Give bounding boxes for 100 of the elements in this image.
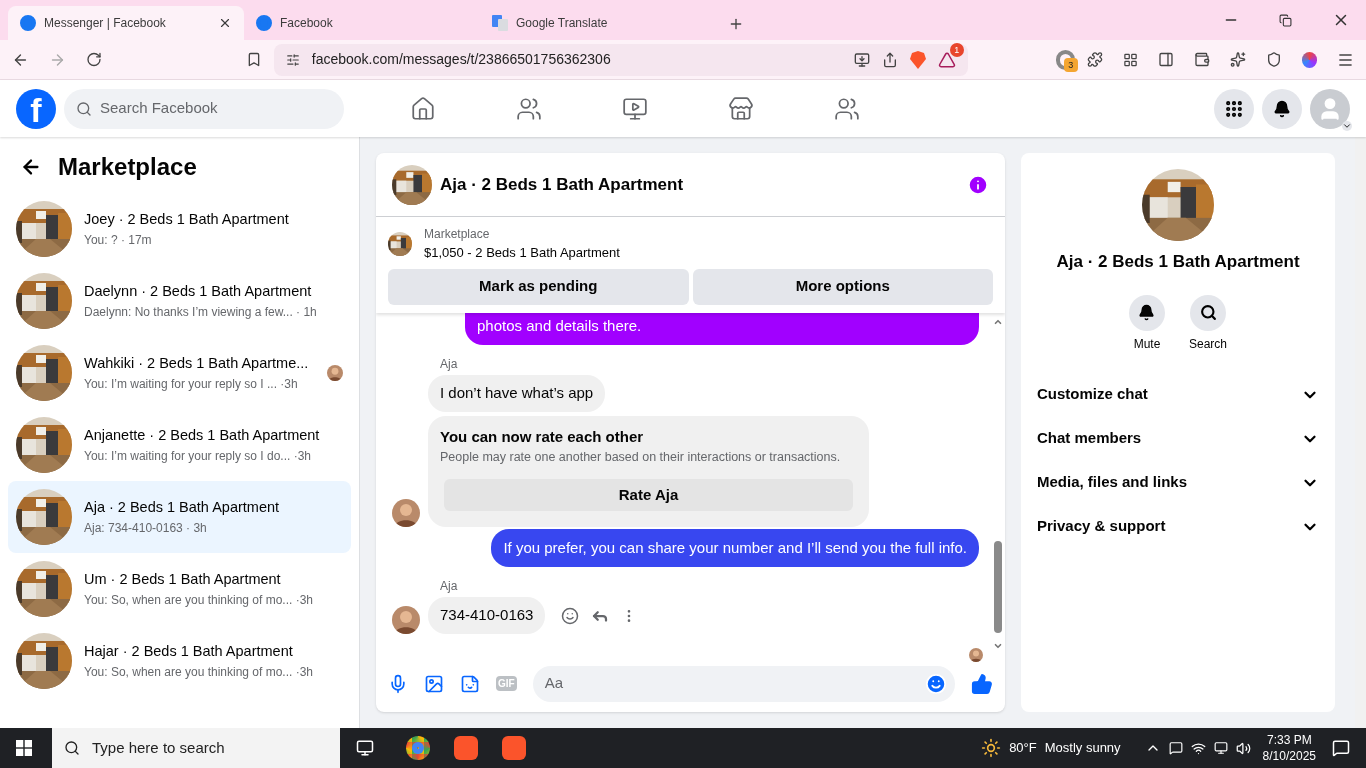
conversation-item[interactable]: Hajar · 2 Beds 1 Bath Apartment You: So, when are you thinking of mo... ·3h xyxy=(8,625,351,697)
info-icon[interactable] xyxy=(967,173,989,196)
sidebar-icon[interactable] xyxy=(1158,51,1175,68)
taskbar-search-field[interactable]: Type here to search xyxy=(52,728,340,768)
received-message: 734-410-0163 xyxy=(428,597,546,634)
conversation-title: Anjanette · 2 Beds 1 Bath Apartment xyxy=(84,426,321,446)
weather-icon xyxy=(981,738,1002,758)
bell-icon xyxy=(1138,304,1156,321)
caret-icon xyxy=(1342,120,1352,131)
sent-message: photos and details there. xyxy=(465,312,979,345)
windows-logo-icon[interactable] xyxy=(16,740,32,756)
address-field[interactable]: facebook.com/messages/t/23866501756362306 1 xyxy=(273,43,968,76)
listing-action-button[interactable]: More options xyxy=(692,268,993,305)
search-icon xyxy=(76,100,92,117)
details-section[interactable]: Media, files and links xyxy=(1037,460,1319,505)
store-icon[interactable] xyxy=(728,95,754,122)
avatar xyxy=(392,498,420,527)
people-icon[interactable] xyxy=(516,95,542,122)
browser-tab[interactable]: Google Translate xyxy=(480,6,716,40)
grid-icon xyxy=(1224,98,1244,119)
close-icon[interactable] xyxy=(218,16,232,30)
task-view-icon[interactable] xyxy=(356,739,374,757)
conversation-title: Aja · 2 Beds 1 Bath Apartment xyxy=(84,498,281,518)
emoji-icon[interactable] xyxy=(925,672,947,695)
conversation-preview: Daelynn: No thanks I’m viewing a few... · 1h xyxy=(84,303,318,321)
volume-icon[interactable] xyxy=(1235,740,1251,756)
video-icon[interactable] xyxy=(622,95,648,122)
rate-button[interactable]: Rate Aja xyxy=(444,478,853,511)
scrollbar-thumb[interactable] xyxy=(994,541,1002,633)
conversation-title: Joey · 2 Beds 1 Bath Apartment xyxy=(84,210,290,230)
groups-icon[interactable] xyxy=(834,95,860,122)
avatar xyxy=(392,605,420,634)
rewards-icon[interactable] xyxy=(937,50,956,69)
conversation-item[interactable]: Wahkiki · 2 Beds 1 Bath Apartme... You: I’m waiting for your reply so I ... ·3h xyxy=(8,337,351,409)
sticker-icon[interactable] xyxy=(460,673,480,694)
sidebar-title: Marketplace xyxy=(58,152,197,182)
conversation-item[interactable]: Daelynn · 2 Beds 1 Bath Apartment Daelynn: No thanks I’m viewing a few... · 1h xyxy=(8,265,351,337)
chrome-icon[interactable] xyxy=(406,736,430,760)
conversation-preview: You: I’m waiting for your reply so I ... ·3h xyxy=(84,375,299,393)
page-scrollbar[interactable] xyxy=(1355,137,1366,728)
browser-tab[interactable]: Facebook xyxy=(244,6,480,40)
listing-label: Marketplace xyxy=(424,226,491,243)
reload-icon[interactable] xyxy=(85,51,102,68)
notifications-button[interactable] xyxy=(1262,88,1302,129)
listing-title: $1,050 - 2 Beds 1 Bath Apartment xyxy=(424,244,620,262)
new-tab-icon[interactable] xyxy=(728,16,744,32)
meet-icon[interactable] xyxy=(1168,741,1183,755)
conversation-item[interactable]: Um · 2 Beds 1 Bath Apartment You: So, when are you thinking of mo... ·3h xyxy=(8,553,351,625)
details-section[interactable]: Privacy & support xyxy=(1037,504,1319,549)
site-settings-icon[interactable] xyxy=(285,52,300,67)
wallet-icon[interactable] xyxy=(1194,51,1211,68)
restore-icon[interactable] xyxy=(1279,13,1292,27)
scroll-down-icon[interactable] xyxy=(993,641,1003,651)
photo-icon[interactable] xyxy=(424,673,444,694)
share-icon[interactable] xyxy=(881,51,898,68)
details-section[interactable]: Chat members xyxy=(1037,416,1319,461)
microphone-icon[interactable] xyxy=(388,673,408,694)
notifications-icon[interactable] xyxy=(1332,739,1350,757)
chat-title: Aja · 2 Beds 1 Bath Apartment xyxy=(440,173,685,196)
conversation-title: Wahkiki · 2 Beds 1 Bath Apartme... xyxy=(84,354,310,374)
conversation-title: Hajar · 2 Beds 1 Bath Apartment xyxy=(84,642,294,662)
conversation-item[interactable]: Joey · 2 Beds 1 Bath Apartment You: ? · 17m xyxy=(8,193,351,265)
conversation-item[interactable]: Aja · 2 Beds 1 Bath Apartment Aja: 734-410-0163 · 3h xyxy=(8,481,351,553)
facebook-logo[interactable]: f xyxy=(16,88,56,129)
shield-icon[interactable] xyxy=(1266,51,1282,68)
tab-search-icon[interactable] xyxy=(1123,51,1139,68)
listing-action-button[interactable]: Mark as pending xyxy=(388,268,689,305)
react-icon[interactable] xyxy=(561,606,580,625)
conversation-title: Um · 2 Beds 1 Bath Apartment xyxy=(84,570,282,590)
conversation-preview: You: So, when are you thinking of mo... ·3h xyxy=(84,591,315,609)
install-icon[interactable] xyxy=(853,51,870,68)
conversation-preview: You: So, when are you thinking of mo... ·3h xyxy=(84,663,315,681)
details-section[interactable]: Customize chat xyxy=(1037,372,1319,417)
conversation-preview: You: ? · 17m xyxy=(84,231,153,249)
menu-button[interactable] xyxy=(1214,88,1254,129)
conversation-title: Daelynn · 2 Beds 1 Bath Apartment xyxy=(84,282,313,302)
sent-message: If you prefer, you can share your number and I’ll send you the full info. xyxy=(491,528,979,568)
avatar xyxy=(327,365,343,381)
profile-icon[interactable] xyxy=(1302,51,1318,68)
sender-name: Aja xyxy=(439,356,459,373)
home-icon[interactable] xyxy=(410,95,436,122)
rating-title: You can now rate each other xyxy=(440,426,645,447)
avatar xyxy=(969,647,983,662)
conversation-preview: Aja: 734-410-0163 · 3h xyxy=(84,519,208,537)
network-icon[interactable] xyxy=(1190,740,1206,756)
message-field[interactable]: Aa xyxy=(532,665,955,702)
sparkle-icon[interactable] xyxy=(1230,51,1247,68)
conversation-item[interactable]: Anjanette · 2 Beds 1 Bath Apartment You: I’m waiting for your reply so I do... ·3h xyxy=(8,409,351,481)
clock-time: 7:33 PM xyxy=(1266,732,1312,748)
like-icon[interactable] xyxy=(971,672,993,695)
rating-description: People may rate one another based on their interactions or transactions. xyxy=(440,449,842,466)
bell-icon xyxy=(1273,99,1291,118)
browser-tab[interactable]: Messenger | Facebook xyxy=(8,6,244,40)
search-field[interactable]: Search Facebook xyxy=(64,88,344,129)
display-icon[interactable] xyxy=(1213,741,1228,755)
extension-button[interactable]: 3 xyxy=(1055,49,1076,70)
search-icon xyxy=(64,740,80,756)
puzzle-icon[interactable] xyxy=(1087,51,1104,68)
weather-text: Mostly sunny xyxy=(1044,739,1121,758)
lion-shield-icon[interactable] xyxy=(909,50,926,69)
